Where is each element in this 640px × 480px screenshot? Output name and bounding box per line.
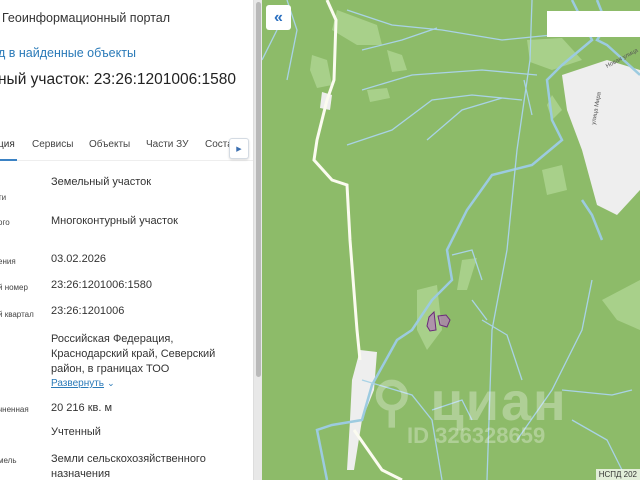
field-value: Земельный участок — [51, 176, 152, 188]
field-value: 23:26:1201006 — [51, 305, 125, 317]
tab-services[interactable]: Сервисы — [32, 139, 73, 150]
tab-parts[interactable]: Части ЗУ — [146, 139, 188, 150]
tab-bar: ция Сервисы Объекты Части ЗУ Соста — [0, 139, 253, 161]
active-tab-indicator — [0, 159, 17, 161]
panel-scrollbar[interactable] — [253, 0, 262, 480]
watermark-id: ID 326328659 — [407, 423, 546, 448]
tab-objects[interactable]: Объекты — [89, 139, 130, 150]
chevron-down-icon[interactable]: ⌄ — [107, 378, 115, 388]
field-value: Учтенный — [51, 426, 101, 438]
chevrons-left-icon: « — [274, 8, 283, 26]
caret-right-icon: ▶ — [236, 145, 242, 153]
tab-information[interactable]: ция — [0, 139, 15, 150]
page-title: ный участок: 23:26:1201006:1580 — [0, 71, 237, 88]
field-value: Земли сельскохозяйственного назначения — [51, 453, 206, 480]
field-value: 23:26:1201006:1580 — [51, 279, 152, 291]
field-label: ти — [0, 193, 7, 202]
field-label: й квартал — [0, 310, 34, 319]
info-panel: Геоинформационный портал д в найденные о… — [0, 0, 253, 480]
field-label: й номер — [0, 283, 28, 292]
address-value: Российская Федерация, Краснодарский край… — [51, 333, 216, 375]
expand-link[interactable]: Развернуть — [51, 378, 104, 389]
scrollbar-thumb[interactable] — [256, 2, 261, 377]
field-label: чненная — [0, 405, 29, 414]
map-attribution: НСПД 202 — [595, 469, 640, 480]
field-label: мель — [0, 456, 17, 465]
map-search-box[interactable] — [547, 11, 640, 37]
map-view[interactable]: Новая улица улица Мира ⚲ циан ID 3263286… — [262, 0, 640, 480]
portal-title: Геоинформационный портал — [2, 11, 171, 25]
tabs-next-button[interactable]: ▶ — [229, 138, 249, 159]
expand-row: Развернуть ⌄ — [51, 376, 251, 391]
field-value: Многоконтурный участок — [51, 215, 178, 227]
collapse-panel-button[interactable]: « — [266, 5, 291, 30]
back-to-results-link[interactable]: д в найденные объекты — [0, 46, 136, 60]
field-label: ого — [0, 218, 10, 227]
field-value: 03.02.2026 — [51, 253, 107, 265]
field-value: 20 216 кв. м — [51, 402, 113, 414]
field-label: ения — [0, 257, 16, 266]
